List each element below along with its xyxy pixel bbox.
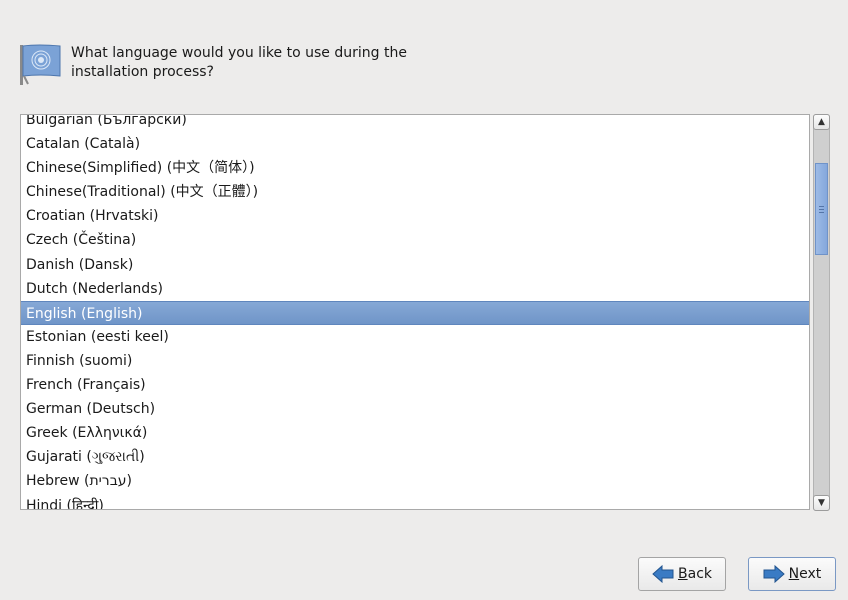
list-scrollbar[interactable]: ▲ ▼ (813, 114, 830, 511)
back-label: Back (678, 566, 712, 582)
language-flag-icon (18, 42, 62, 86)
page-question: What language would you like to use duri… (71, 45, 407, 80)
language-list-item[interactable]: Chinese(Simplified) (中文（简体）) (21, 156, 809, 180)
language-list-item[interactable]: Czech (Čeština) (21, 228, 809, 252)
language-list-item[interactable]: German (Deutsch) (21, 397, 809, 421)
language-list-item[interactable]: Gujarati (ગુજરાતી) (21, 445, 809, 469)
language-list-item[interactable]: Croatian (Hrvatski) (21, 204, 809, 228)
language-list-item[interactable]: Danish (Dansk) (21, 253, 809, 277)
language-list-item[interactable]: Hindi (हिन्दी) (21, 494, 809, 510)
scroll-up-button[interactable]: ▲ (813, 114, 830, 130)
language-list-item[interactable]: Chinese(Traditional) (中文（正體）) (21, 180, 809, 204)
scroll-down-button[interactable]: ▼ (813, 495, 830, 511)
language-list-item[interactable]: French (Français) (21, 373, 809, 397)
grip-icon (819, 205, 824, 213)
chevron-up-icon: ▲ (818, 117, 825, 127)
language-list-item[interactable]: Finnish (suomi) (21, 349, 809, 373)
arrow-left-icon (652, 565, 674, 583)
next-button[interactable]: Next (748, 557, 836, 591)
scrollbar-thumb[interactable] (815, 163, 828, 255)
language-list-item[interactable]: Estonian (eesti keel) (21, 325, 809, 349)
language-list-item[interactable]: Greek (Ελληνικά) (21, 421, 809, 445)
language-list-item[interactable]: Hebrew (עברית) (21, 469, 809, 493)
language-list-item[interactable]: English (English) (21, 300, 809, 325)
language-list-item[interactable]: Catalan (Català) (21, 132, 809, 156)
language-list-item[interactable]: Dutch (Nederlands) (21, 277, 809, 301)
language-list[interactable]: Bulgarian (Български) Catalan (Català) Chi… (20, 114, 810, 510)
back-button[interactable]: Back (638, 557, 726, 591)
chevron-down-icon: ▼ (818, 498, 825, 508)
language-list-item[interactable]: Bulgarian (Български) (21, 115, 809, 132)
arrow-right-icon (763, 565, 785, 583)
next-label: Next (788, 566, 822, 582)
